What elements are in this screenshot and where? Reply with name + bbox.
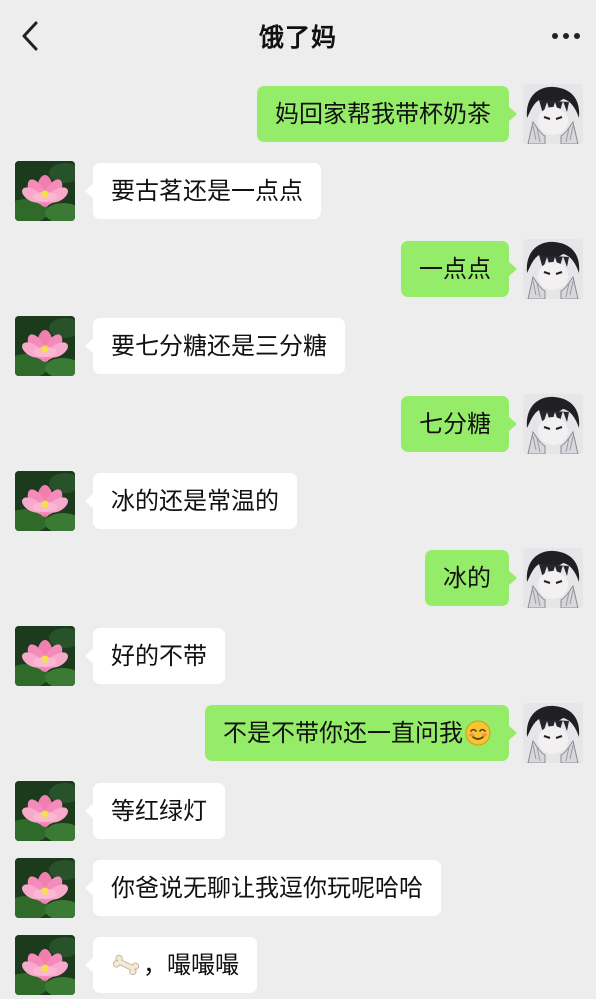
- message-text: 等红绿灯: [111, 797, 207, 825]
- received-message-bubble[interactable]: ，嘬嘬嘬: [85, 937, 257, 993]
- received-message-bubble[interactable]: 好的不带: [85, 628, 225, 684]
- received-message-bubble[interactable]: 冰的还是常温的: [85, 473, 297, 529]
- my-avatar[interactable]: [523, 239, 583, 299]
- sent-message-bubble[interactable]: 妈回家帮我带杯奶茶: [257, 86, 517, 142]
- contact-avatar[interactable]: [15, 858, 75, 918]
- more-dots-icon: [552, 33, 580, 39]
- sent-message-bubble[interactable]: 七分糖: [401, 396, 517, 452]
- message-text: 你爸说无聊让我逗你玩呢哈哈: [111, 874, 423, 902]
- sent-message-bubble[interactable]: 冰的: [425, 550, 517, 606]
- contact-avatar[interactable]: [15, 935, 75, 995]
- smiling-face-icon: [465, 720, 491, 746]
- contact-avatar[interactable]: [15, 316, 75, 376]
- chat-header: 饿了妈: [0, 0, 596, 72]
- message-text: 冰的: [443, 564, 491, 592]
- message-text: 一点点: [419, 255, 491, 283]
- contact-avatar[interactable]: [15, 626, 75, 686]
- message-text: 不是不带你还一直问我: [223, 719, 463, 747]
- received-message-bubble[interactable]: 要古茗还是一点点: [85, 163, 321, 219]
- my-avatar[interactable]: [523, 394, 583, 454]
- more-button[interactable]: [546, 16, 586, 56]
- message-text: ，嘬嘬嘬: [143, 951, 239, 979]
- message-text: 冰的还是常温的: [111, 487, 279, 515]
- contact-avatar[interactable]: [15, 161, 75, 221]
- my-avatar[interactable]: [523, 84, 583, 144]
- sent-message-bubble[interactable]: 不是不带你还一直问我: [205, 705, 517, 761]
- message-text: 要古茗还是一点点: [111, 177, 303, 205]
- chat-title: 饿了妈: [258, 23, 337, 52]
- my-avatar[interactable]: [523, 548, 583, 608]
- message-text: 好的不带: [111, 642, 207, 670]
- message-text: 七分糖: [419, 410, 491, 438]
- contact-avatar[interactable]: [15, 781, 75, 841]
- received-message-bubble[interactable]: 要七分糖还是三分糖: [85, 318, 345, 374]
- message-text: 妈回家帮我带杯奶茶: [275, 100, 491, 128]
- sent-message-bubble[interactable]: 一点点: [401, 241, 517, 297]
- bone-icon: [112, 954, 140, 976]
- received-message-bubble[interactable]: 等红绿灯: [85, 783, 225, 839]
- contact-avatar[interactable]: [15, 471, 75, 531]
- my-avatar[interactable]: [523, 703, 583, 763]
- message-text: 要七分糖还是三分糖: [111, 332, 327, 360]
- received-message-bubble[interactable]: 你爸说无聊让我逗你玩呢哈哈: [85, 860, 441, 916]
